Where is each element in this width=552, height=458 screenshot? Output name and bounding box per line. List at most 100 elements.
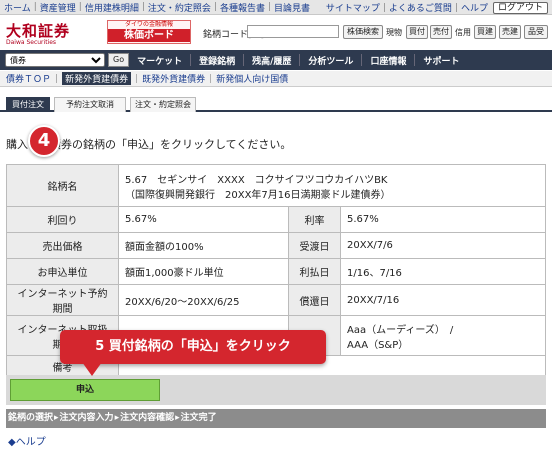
nav-item-watchlist[interactable]: 登録銘柄 <box>199 54 235 67</box>
instruction-callout: 5 買付銘柄の「申込」をクリック <box>60 330 326 364</box>
logout-button[interactable]: ログアウト <box>492 1 548 14</box>
unit-label: お申込単位 <box>6 258 119 285</box>
bond-name: 5.67 セギンサイ XXXX コクサイフツコウカイハツBK <box>125 174 388 186</box>
bond-name-cell: 5.67 セギンサイ XXXX コクサイフツコウカイハツBK （国際復興開発銀行… <box>118 164 546 207</box>
yield-label: 利回り <box>6 206 119 233</box>
submit-area: 申込 <box>6 375 546 405</box>
reserve-value: 20XX/6/20～20XX/6/25 <box>118 284 289 316</box>
tab-cancel-reservation[interactable]: 予約注文取消 <box>54 97 126 112</box>
separator: | <box>135 73 139 84</box>
table-row: 売出価格 額面金額の100% 受渡日 20XX/7/6 <box>6 232 546 259</box>
subnav-retail-jgb[interactable]: 新発個人向け国債 <box>216 72 288 85</box>
top-link-sitemap[interactable]: サイトマップ <box>326 1 380 14</box>
step-complete: 注文完了 <box>180 413 217 423</box>
top-link-margin[interactable]: 信用建株明細 <box>85 1 139 14</box>
nav-item-market[interactable]: マーケット <box>137 54 182 67</box>
margin-label: 信用 <box>455 28 471 37</box>
interest-value: 1/16、7/16 <box>340 258 546 285</box>
stock-board-banner[interactable]: ダイワの金融情報 株価ボード <box>107 20 191 44</box>
separator: | <box>454 2 458 13</box>
nav-item-account[interactable]: 口座情報 <box>370 54 406 67</box>
tab-bar: 買付注文 予約注文取消 注文・約定照会 <box>0 95 552 112</box>
separator: | <box>382 2 386 13</box>
nav-divider <box>243 54 245 66</box>
callout-pointer <box>82 362 102 376</box>
help-link[interactable]: ◆ヘルプ <box>8 433 46 448</box>
step-select: 銘柄の選択 <box>8 413 54 423</box>
step-number-badge: 4 <box>28 125 60 157</box>
top-right-links: サイトマップ | よくあるご質問 | ヘルプ ログアウト <box>326 1 548 14</box>
logo-text-jp: 大和証券 <box>6 22 71 40</box>
price-value: 額面金額の100% <box>118 232 289 259</box>
rating-sp: AAA（S&P） <box>347 339 409 351</box>
nav-item-tools[interactable]: 分析ツール <box>308 54 353 67</box>
nav-divider <box>190 54 192 66</box>
separator: | <box>141 2 145 12</box>
top-link-help[interactable]: ヘルプ <box>461 1 488 14</box>
tab-buy-order[interactable]: 買付注文 <box>6 97 50 112</box>
redeem-value: 20XX/7/16 <box>340 284 546 316</box>
table-row: お申込単位 額面1,000豪ドル単位 利払日 1/16、7/16 <box>6 258 546 285</box>
rate-value: 5.67% <box>340 206 546 233</box>
sub-nav: 債券ＴＯＰ | 新発外貨建債券 | 既発外貨建債券 | 新発個人向け国債 <box>0 71 552 87</box>
rating-moodys: Aaa（ムーディーズ） / <box>347 324 454 336</box>
interest-label: 利払日 <box>288 258 341 285</box>
tab-order-inquiry[interactable]: 注文・約定照会 <box>130 97 196 112</box>
progress-steps: 銘柄の選択▸注文内容入力▸注文内容確認▸注文完了 <box>6 409 546 428</box>
separator: | <box>213 2 217 12</box>
product-select[interactable]: 債券 <box>5 53 105 67</box>
spot-buy-button[interactable]: 買付 <box>406 25 428 39</box>
top-link-reports[interactable]: 各種報告書 <box>220 1 265 14</box>
delivery-label: 受渡日 <box>288 232 341 259</box>
bond-name-detail: （国際復興開発銀行 20XX年7月16日満期豪ドル建債券） <box>125 189 391 201</box>
separator: | <box>33 2 37 12</box>
top-link-home[interactable]: ホーム <box>4 1 31 14</box>
table-row: 利回り 5.67% 利率 5.67% <box>6 206 546 233</box>
top-link-assets[interactable]: 資産管理 <box>40 1 76 14</box>
name-label: 銘柄名 <box>6 164 119 207</box>
table-row: 銘柄名 5.67 セギンサイ XXXX コクサイフツコウカイハツBK （国際復興… <box>6 164 546 207</box>
stock-search-button[interactable]: 株価検索 <box>343 25 383 39</box>
nav-item-balance[interactable]: 残高/履歴 <box>252 54 291 67</box>
nav-divider <box>414 54 416 66</box>
separator: | <box>55 73 59 84</box>
rating-cell: Aaa（ムーディーズ） / AAA（S&P） <box>340 315 546 356</box>
nav-divider <box>299 54 301 66</box>
step-input: 注文内容入力 <box>59 413 114 423</box>
margin-sell-button[interactable]: 売建 <box>499 25 521 39</box>
price-label: 売出価格 <box>6 232 119 259</box>
spot-label: 現物 <box>386 28 402 37</box>
daiwa-logo[interactable]: 大和証券 Daiwa Securities <box>6 20 70 46</box>
spot-sell-button[interactable]: 売付 <box>430 25 452 39</box>
nav-item-support[interactable]: サポート <box>423 54 459 67</box>
nav-divider <box>361 54 363 66</box>
separator: | <box>78 2 82 12</box>
go-button[interactable]: Go <box>108 53 130 67</box>
top-link-orders[interactable]: 注文・約定照会 <box>148 1 211 14</box>
banner-title: 株価ボード <box>108 29 190 42</box>
separator: | <box>267 2 272 12</box>
table-row: インターネット予約期間 20XX/6/20～20XX/6/25 償還日 20XX… <box>6 284 546 316</box>
redeem-label: 償還日 <box>288 284 341 316</box>
main-nav: 債券 Go マーケット 登録銘柄 残高/履歴 分析ツール 口座情報 サポート <box>0 50 552 70</box>
margin-more-button[interactable]: 品受 <box>524 25 548 39</box>
top-link-prospectus[interactable]: 目論見書 <box>274 1 310 14</box>
subnav-existing-foreign-bond[interactable]: 既発外貨建債券 <box>142 72 205 85</box>
step-arrow-icon: ▸ <box>54 413 59 423</box>
delivery-value: 20XX/7/6 <box>340 232 546 259</box>
step-arrow-icon: ▸ <box>114 413 120 423</box>
top-link-faq[interactable]: よくあるご質問 <box>389 1 452 14</box>
subnav-new-foreign-bond[interactable]: 新発外貨建債券 <box>62 72 132 85</box>
banner-subtitle: ダイワの金融情報 <box>124 21 173 28</box>
stock-code-input[interactable] <box>247 25 339 38</box>
separator: | <box>209 73 213 84</box>
apply-button[interactable]: 申込 <box>10 379 160 401</box>
header: 大和証券 Daiwa Securities ダイワの金融情報 株価ボード 銘柄コ… <box>0 16 552 48</box>
subnav-bond-top[interactable]: 債券ＴＯＰ <box>6 72 51 85</box>
margin-buy-button[interactable]: 買建 <box>474 25 496 39</box>
step-arrow-icon: ▸ <box>175 413 180 423</box>
yield-value: 5.67% <box>118 206 289 233</box>
unit-value: 額面1,000豪ドル単位 <box>118 258 289 285</box>
top-utility-bar: ホーム | 資産管理 | 信用建株明細 | 注文・約定照会 | 各種報告書 | 目論見書 … <box>0 0 552 15</box>
rate-label: 利率 <box>288 206 341 233</box>
